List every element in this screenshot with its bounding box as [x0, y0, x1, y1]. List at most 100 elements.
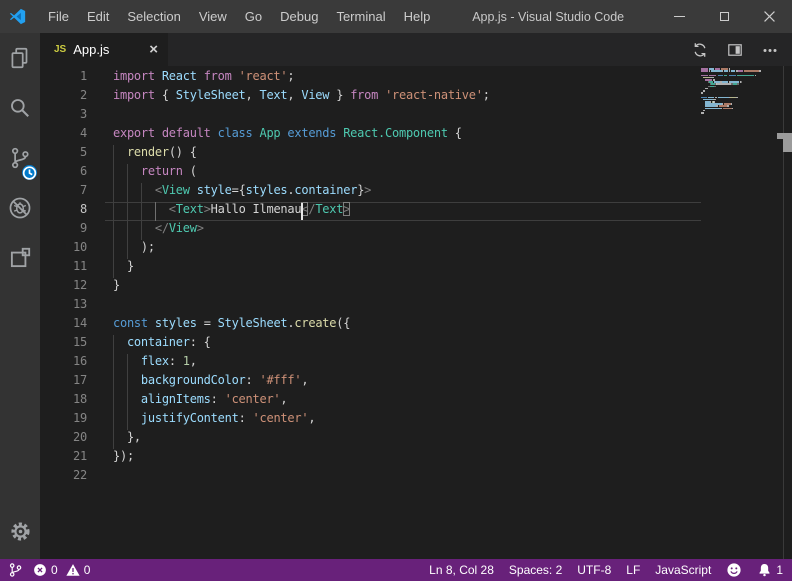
- warning-count: 0: [84, 563, 91, 577]
- line-number: 20: [40, 430, 87, 449]
- code-line-20[interactable]: },: [113, 430, 141, 449]
- problems-indicator[interactable]: 0 0: [33, 563, 90, 577]
- menu-terminal[interactable]: Terminal: [327, 0, 394, 33]
- menu-help[interactable]: Help: [395, 0, 440, 33]
- maximize-button[interactable]: [702, 0, 747, 33]
- clock-icon: [22, 160, 37, 186]
- line-number: 22: [40, 468, 87, 487]
- code-line-9[interactable]: </View>: [113, 221, 204, 240]
- menu-edit[interactable]: Edit: [78, 0, 118, 33]
- code-line-8[interactable]: <Text>Hallo Ilmenau</Text>: [113, 202, 350, 221]
- eol-indicator[interactable]: LF: [626, 563, 640, 577]
- more-actions-icon[interactable]: [762, 42, 778, 58]
- git-branch-icon: [8, 562, 23, 578]
- vscode-logo-icon: [9, 8, 26, 25]
- code-line-6[interactable]: return (: [113, 164, 197, 183]
- line-number: 17: [40, 373, 87, 392]
- line-number: 1: [40, 69, 87, 88]
- code-line-5[interactable]: render() {: [113, 145, 197, 164]
- notification-count: 1: [776, 563, 783, 577]
- line-number: 3: [40, 107, 87, 126]
- window-title: App.js - Visual Studio Code: [439, 10, 657, 24]
- code-line-7[interactable]: <View style={styles.container}>: [113, 183, 371, 202]
- code-line-15[interactable]: container: {: [113, 335, 211, 354]
- line-number: 19: [40, 411, 87, 430]
- line-number: 13: [40, 297, 87, 316]
- indentation-indicator[interactable]: Spaces: 2: [509, 563, 562, 577]
- menu-view[interactable]: View: [190, 0, 236, 33]
- split-editor-icon[interactable]: [727, 42, 743, 58]
- settings-button[interactable]: [0, 511, 40, 551]
- code-line-16[interactable]: flex: 1,: [113, 354, 197, 373]
- line-number: 6: [40, 164, 87, 183]
- feedback-button[interactable]: [726, 562, 742, 578]
- code-line-10[interactable]: );: [113, 240, 155, 259]
- status-bar-right: Ln 8, Col 28 Spaces: 2 UTF-8 LF JavaScri…: [429, 562, 783, 578]
- search-icon: [7, 95, 33, 121]
- line-number: 14: [40, 316, 87, 335]
- minimap[interactable]: [701, 68, 762, 128]
- notifications-button[interactable]: 1: [757, 562, 783, 578]
- code-line-12[interactable]: }: [113, 278, 120, 297]
- sidebar-item-search[interactable]: [0, 83, 40, 133]
- tab-label: App.js: [73, 42, 149, 57]
- code-line-19[interactable]: justifyContent: 'center',: [113, 411, 315, 430]
- code-line-21[interactable]: });: [113, 449, 134, 468]
- close-icon: [764, 11, 775, 22]
- line-number: 16: [40, 354, 87, 373]
- sidebar-item-explorer[interactable]: [0, 33, 40, 83]
- line-number: 10: [40, 240, 87, 259]
- menu-go[interactable]: Go: [236, 0, 271, 33]
- code-line-11[interactable]: }: [113, 259, 134, 278]
- error-count: 0: [51, 563, 58, 577]
- editor-actions: [692, 42, 792, 58]
- menu-bar: FileEditSelectionViewGoDebugTerminalHelp: [39, 0, 439, 33]
- minimize-icon: [674, 16, 685, 17]
- cursor-position[interactable]: Ln 8, Col 28: [429, 563, 494, 577]
- warnings-icon: [66, 563, 80, 577]
- extensions-icon: [7, 245, 33, 271]
- code-line-18[interactable]: alignItems: 'center',: [113, 392, 287, 411]
- close-button[interactable]: [747, 0, 792, 33]
- tab-bar: JS App.js ×: [40, 33, 792, 66]
- editor[interactable]: 12345678910111213141516171819202122 impo…: [40, 66, 792, 559]
- menu-debug[interactable]: Debug: [271, 0, 327, 33]
- sync-changes-icon[interactable]: [692, 42, 708, 58]
- code-line-1[interactable]: import React from 'react';: [113, 69, 294, 88]
- smiley-icon: [726, 562, 742, 578]
- bell-icon: [757, 562, 772, 578]
- line-number: 11: [40, 259, 87, 278]
- line-number: 15: [40, 335, 87, 354]
- explorer-files-icon: [7, 45, 33, 71]
- line-number: 21: [40, 449, 87, 468]
- code-line-2[interactable]: import { StyleSheet, Text, View } from '…: [113, 88, 490, 107]
- code-line-17[interactable]: backgroundColor: '#fff',: [113, 373, 308, 392]
- code-line-14[interactable]: const styles = StyleSheet.create({: [113, 316, 350, 335]
- text-cursor: [301, 203, 303, 220]
- encoding-indicator[interactable]: UTF-8: [577, 563, 611, 577]
- sidebar-item-debug[interactable]: [0, 183, 40, 233]
- title-bar: FileEditSelectionViewGoDebugTerminalHelp…: [0, 0, 792, 33]
- line-number: 2: [40, 88, 87, 107]
- line-number: 12: [40, 278, 87, 297]
- code-line-4[interactable]: export default class App extends React.C…: [113, 126, 462, 145]
- menu-file[interactable]: File: [39, 0, 78, 33]
- maximize-icon: [720, 12, 729, 21]
- gear-icon: [8, 519, 33, 544]
- sidebar-item-extensions[interactable]: [0, 233, 40, 283]
- line-number: 5: [40, 145, 87, 164]
- git-branch-indicator[interactable]: [8, 562, 23, 578]
- sync-pending-badge: [22, 165, 37, 180]
- overview-cursor-marker: [783, 139, 792, 152]
- javascript-file-icon: JS: [54, 44, 66, 55]
- errors-icon: [33, 563, 47, 577]
- tab-appjs[interactable]: JS App.js ×: [40, 33, 168, 66]
- activity-bar: [0, 33, 40, 559]
- sidebar-item-source-control[interactable]: [0, 133, 40, 183]
- minimize-button[interactable]: [657, 0, 702, 33]
- menu-selection[interactable]: Selection: [118, 0, 189, 33]
- vscode-window: FileEditSelectionViewGoDebugTerminalHelp…: [0, 0, 792, 581]
- tab-close-icon[interactable]: ×: [149, 43, 158, 57]
- language-mode[interactable]: JavaScript: [655, 563, 711, 577]
- debug-icon: [7, 195, 33, 221]
